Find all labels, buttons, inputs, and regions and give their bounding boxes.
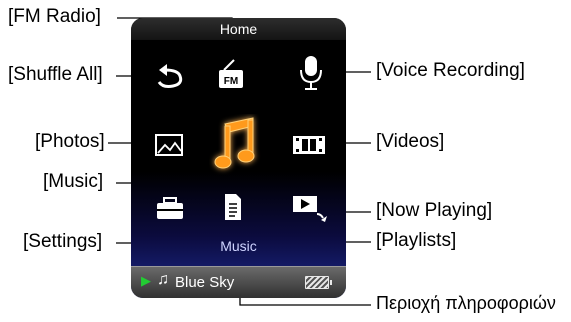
label-photos: [Photos] [35,131,105,152]
document-icon[interactable] [222,192,244,222]
label-info-area: Περιοχή πληροφοριών [376,293,556,313]
film-icon[interactable] [291,132,327,158]
battery-icon [305,276,332,289]
play-icon: ▶ [141,273,151,288]
music-note-icon[interactable] [209,114,265,178]
song-title: Blue Sky [175,274,235,291]
svg-text:FM: FM [224,76,238,87]
microphone-icon[interactable] [296,54,326,92]
music-note-icon: ♫ [157,271,169,288]
label-music: [Music] [43,171,104,192]
fm-radio-icon[interactable]: FM [216,58,246,92]
shuffle-all-icon[interactable] [153,58,187,92]
label-settings: [Settings] [23,231,103,252]
label-shuffle-all: [Shuffle All] [8,64,103,85]
title-bar: Home [131,18,346,40]
label-playlists: [Playlists] [376,230,457,251]
label-fm-radio: [FM Radio] [8,6,101,27]
info-bar: ▶ ♫ Blue Sky [131,266,346,298]
selected-item-caption: Music [220,238,257,254]
now-playing-icon[interactable] [291,194,329,224]
player-screen: Home FM Music ▶ ♫ Blue Sky [131,18,346,298]
toolbox-icon[interactable] [155,196,185,222]
label-voice-recording: [Voice Recording] [376,60,525,81]
label-now-playing: [Now Playing] [376,200,493,221]
label-videos: [Videos] [376,131,445,152]
photo-icon[interactable] [153,133,187,157]
